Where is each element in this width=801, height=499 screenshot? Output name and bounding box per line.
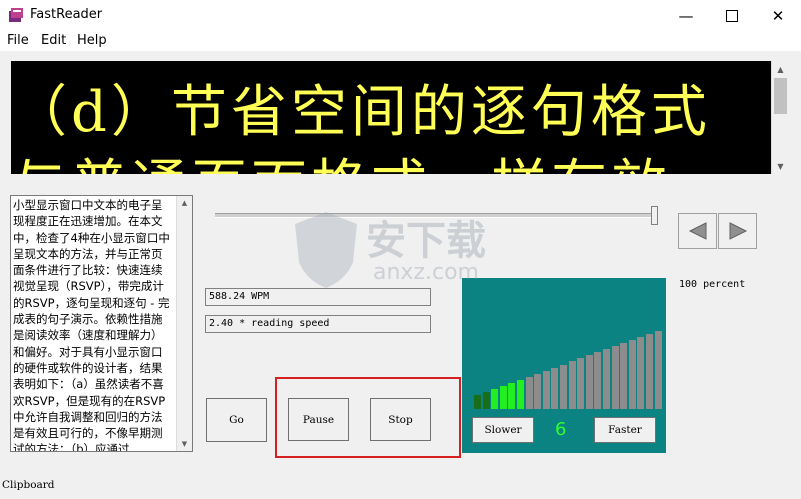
speed-bar	[542, 370, 550, 409]
menu-help[interactable]: Help	[77, 33, 107, 48]
reading-speed-readout: 2.40 * reading speed	[205, 315, 431, 333]
stop-button[interactable]: Stop	[370, 398, 431, 441]
speed-bar	[525, 376, 533, 409]
slower-button[interactable]: Slower	[472, 417, 534, 443]
maximize-icon	[726, 9, 738, 22]
go-button[interactable]: Go	[206, 398, 267, 442]
speed-bar	[646, 334, 653, 409]
pause-button[interactable]: Pause	[288, 398, 349, 441]
speed-bar	[482, 391, 490, 409]
percent-label: 100 percent	[679, 279, 746, 290]
faster-button[interactable]: Faster	[594, 417, 656, 443]
app-icon	[8, 7, 24, 23]
source-text: 小型显示窗口中文本的电子呈现程度正在迅速增加。在本文中，检查了4种在小显示窗口中…	[13, 198, 170, 452]
speed-bar	[577, 358, 585, 409]
speed-level: 6	[555, 419, 567, 440]
close-button[interactable]: ✕	[755, 0, 801, 31]
forward-button[interactable]	[718, 213, 757, 249]
speed-bar	[534, 373, 542, 409]
speed-bar	[517, 379, 524, 409]
speed-bar	[628, 340, 636, 409]
speed-bar	[603, 349, 610, 409]
position-slider-thumb[interactable]	[651, 206, 658, 225]
minimize-button[interactable]: —	[663, 0, 709, 31]
scroll-thumb[interactable]	[774, 78, 787, 114]
reading-display: （d）节省空间的逐句格式 与普通页面格式一样有效	[11, 61, 771, 174]
window-title: FastReader	[30, 7, 103, 22]
speed-bar	[491, 388, 499, 409]
display-scrollbar[interactable]: ▲ ▼	[771, 61, 789, 174]
close-icon: ✕	[771, 6, 785, 25]
maximize-button[interactable]	[709, 0, 755, 31]
display-line-1: （d）节省空间的逐句格式	[11, 80, 711, 145]
scroll-down-icon[interactable]: ▼	[772, 158, 789, 174]
speed-bar	[594, 352, 602, 409]
back-button[interactable]	[678, 213, 717, 249]
text-scroll-up-icon[interactable]: ▲	[177, 196, 192, 210]
watermark: 安下载 anxz.com	[291, 204, 531, 294]
arrow-left-icon	[688, 222, 706, 240]
status-text: Clipboard	[2, 479, 55, 491]
watermark-title: 安下载	[366, 218, 486, 264]
speed-bar	[611, 346, 619, 409]
speed-bar	[560, 364, 567, 409]
speed-bar	[474, 395, 481, 409]
text-scrollbar[interactable]: ▲ ▼	[176, 196, 192, 451]
shield-icon	[295, 212, 357, 288]
speed-panel: Slower 6 Faster	[462, 278, 666, 453]
speed-bar	[620, 343, 628, 409]
speed-bar	[499, 385, 507, 409]
watermark-sub: anxz.com	[373, 260, 479, 285]
speed-bar	[654, 331, 662, 409]
menu-edit[interactable]: Edit	[41, 33, 66, 48]
scroll-up-icon[interactable]: ▲	[772, 61, 789, 77]
arrow-right-icon	[729, 222, 747, 240]
source-text-pane[interactable]: 小型显示窗口中文本的电子呈现程度正在迅速增加。在本文中，检查了4种在小显示窗口中…	[10, 195, 193, 452]
minimize-icon: —	[678, 6, 694, 25]
text-scroll-down-icon[interactable]: ▼	[177, 437, 192, 451]
speed-bar	[551, 367, 559, 409]
speed-bar	[637, 337, 645, 409]
display-line-2: 与普通页面格式一样有效	[11, 141, 671, 174]
speed-bar	[508, 382, 516, 409]
menu-file[interactable]: File	[7, 33, 29, 48]
menu-bar	[0, 31, 801, 51]
speed-bar	[568, 361, 576, 409]
speed-bar	[585, 355, 593, 409]
